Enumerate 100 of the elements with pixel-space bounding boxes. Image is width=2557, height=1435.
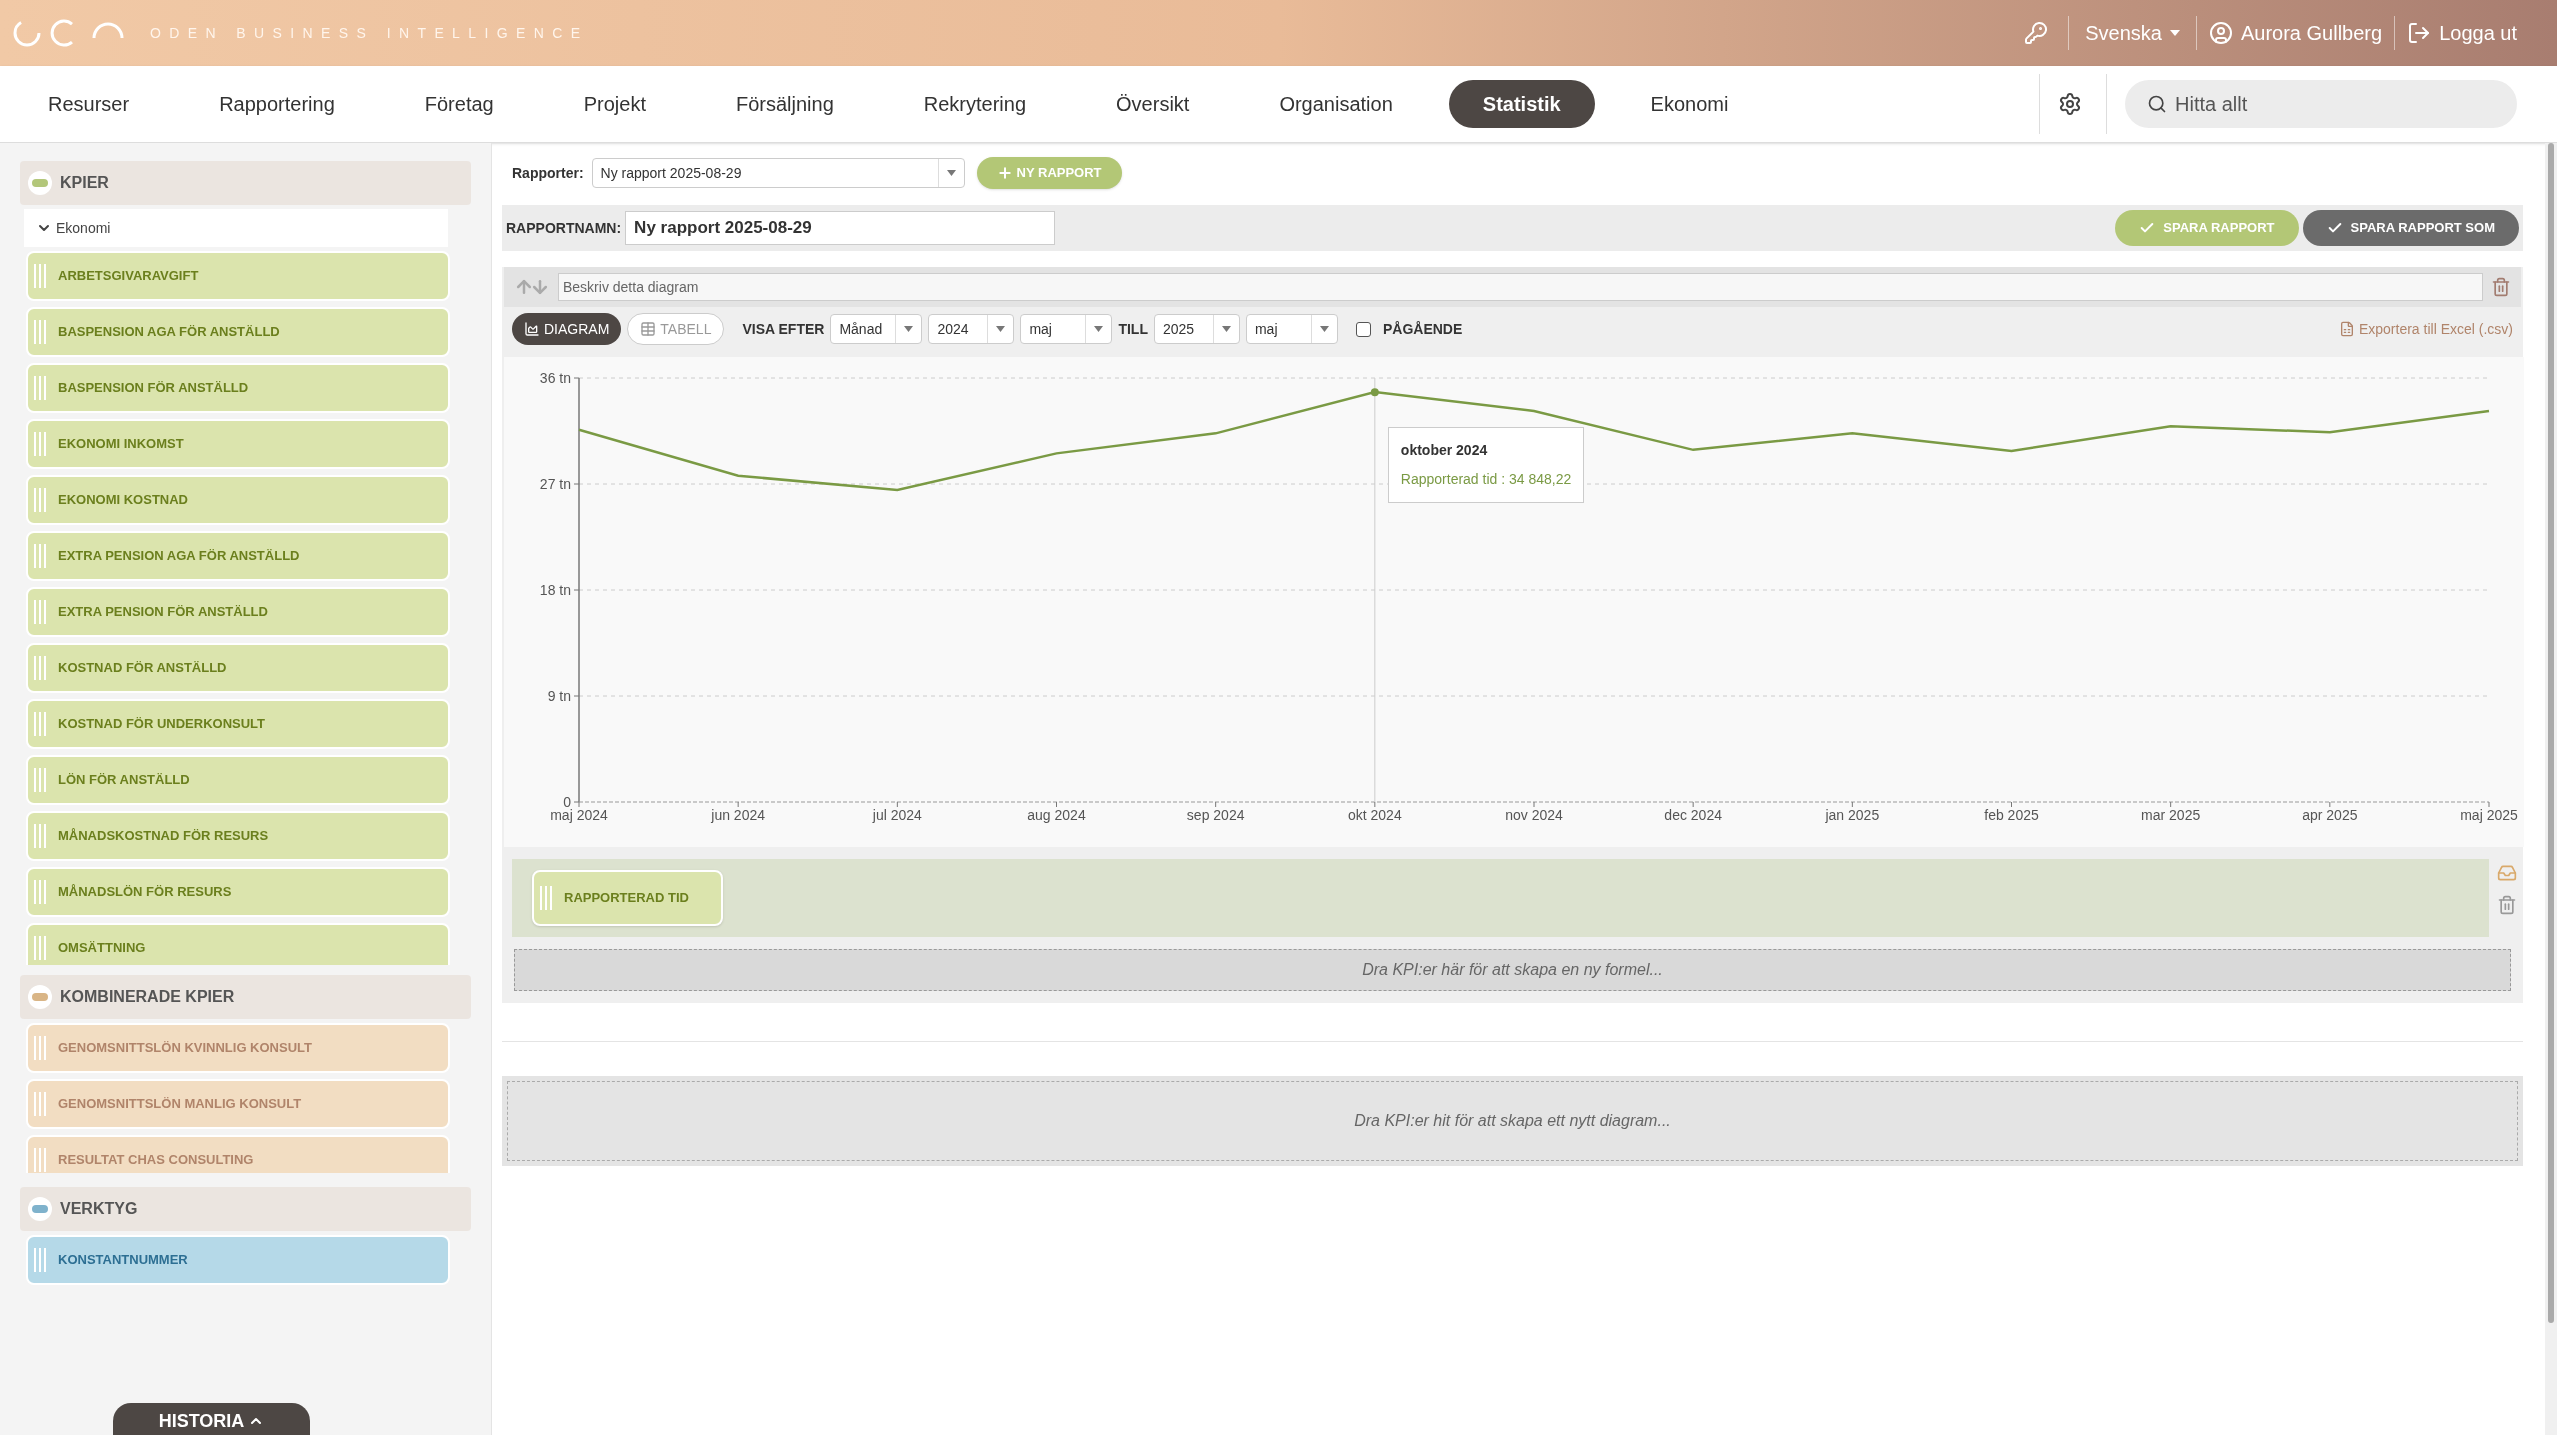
drag-handle-icon[interactable]	[34, 1248, 46, 1272]
caret-icon	[996, 326, 1006, 332]
tray-icon[interactable]	[2497, 863, 2517, 883]
kpi-item[interactable]: GENOMSNITTSLÖN MANLIG KONSULT	[26, 1079, 450, 1129]
trash-icon[interactable]	[2491, 277, 2511, 297]
kpi-item[interactable]: KONSTANTNUMMER	[26, 1235, 450, 1285]
section-header[interactable]: VERKTYG	[20, 1187, 471, 1231]
trash-icon[interactable]	[2497, 895, 2517, 915]
nav-tab[interactable]: Resurser	[14, 80, 164, 128]
drag-handle-icon[interactable]	[34, 768, 46, 792]
ongoing-checkbox[interactable]	[1355, 321, 1371, 337]
kpi-item[interactable]: LÖN FÖR ANSTÄLLD	[26, 755, 450, 805]
collapse-icon[interactable]	[28, 171, 52, 195]
nav-tab[interactable]: Ekonomi	[1616, 80, 1763, 128]
x-tick-label: sep 2024	[1186, 807, 1245, 823]
language-menu[interactable]: Svenska	[2069, 18, 2196, 48]
drag-handle-icon[interactable]	[34, 376, 46, 400]
search-field[interactable]: Hitta allt	[2125, 80, 2517, 128]
nav-tab[interactable]: Statistik	[1448, 80, 1595, 128]
drag-handle-icon[interactable]	[34, 656, 46, 680]
drag-handle-icon[interactable]	[34, 1148, 46, 1172]
caret-icon	[2169, 30, 2180, 36]
from-month-select[interactable]: maj	[1020, 314, 1113, 344]
kpi-item[interactable]: GENOMSNITTSLÖN KVINNLIG KONSULT	[26, 1023, 450, 1073]
logout-link[interactable]: Logga ut	[2395, 18, 2517, 48]
kpi-item[interactable]: ARBETSGIVARAVGIFT	[26, 251, 450, 301]
description-field[interactable]: Beskriv detta diagram	[558, 273, 2483, 301]
user-menu[interactable]: Aurora Gullberg	[2196, 18, 2395, 48]
view-by-label: VISA EFTER	[742, 319, 825, 339]
to-month-select[interactable]: maj	[1245, 314, 1338, 344]
report-select[interactable]: Ny rapport 2025-08-29	[591, 158, 965, 188]
kpi-item[interactable]: EXTRA PENSION FÖR ANSTÄLLD	[26, 587, 450, 637]
drag-handle-icon[interactable]	[34, 824, 46, 848]
drag-handle-icon[interactable]	[34, 880, 46, 904]
view-tab[interactable]: TABELL	[627, 313, 725, 345]
history-button[interactable]: HISTORIA	[113, 1403, 310, 1435]
new-report-button[interactable]: NY RAPPORT	[976, 157, 1122, 189]
nav-tab[interactable]: Rapportering	[185, 80, 369, 128]
drag-handle-icon[interactable]	[34, 1036, 46, 1060]
drag-handle-icon[interactable]	[34, 712, 46, 736]
plus-icon	[996, 165, 1013, 181]
kpi-label: EXTRA PENSION AGA FÖR ANSTÄLLD	[58, 547, 300, 566]
nav-tab[interactable]: Rekrytering	[889, 80, 1061, 128]
nav-tab[interactable]: Företag	[390, 80, 528, 128]
tooltip-value: Rapporterad tid : 34 848,22	[1400, 470, 1572, 489]
from-year-select[interactable]: 2024	[928, 314, 1015, 344]
settings-icon[interactable]	[2058, 92, 2082, 116]
drag-handle-icon[interactable]	[34, 264, 46, 288]
drag-handle-icon[interactable]	[34, 488, 46, 512]
drag-handle-icon[interactable]	[34, 936, 46, 960]
kpi-item[interactable]: RESULTAT CHAS CONSULTING	[26, 1135, 450, 1173]
spreadsheet-icon	[2338, 321, 2355, 337]
kpi-item[interactable]: OMSÄTTNING	[26, 923, 450, 965]
data-point	[1370, 388, 1379, 397]
kpi-item[interactable]: EXTRA PENSION AGA FÖR ANSTÄLLD	[26, 531, 450, 581]
save-report-button[interactable]: SPARA RAPPORT	[2115, 210, 2299, 246]
nav-tab[interactable]: Översikt	[1082, 80, 1224, 128]
kpi-chip[interactable]: RAPPORTERAD TID	[532, 870, 723, 926]
logout-icon	[2407, 21, 2432, 45]
caret-icon	[904, 326, 914, 332]
nav-tab[interactable]: Organisation	[1245, 80, 1427, 128]
collapse-icon[interactable]	[28, 985, 52, 1009]
drag-handle-icon[interactable]	[540, 886, 552, 910]
key-icon[interactable]	[2024, 21, 2049, 45]
report-name-field[interactable]: Ny rapport 2025-08-29	[625, 211, 1056, 245]
y-tick-label: 0	[563, 794, 571, 810]
kpi-label: EKONOMI INKOMST	[58, 435, 184, 454]
view-tab[interactable]: DIAGRAM	[512, 313, 622, 345]
group-toggle[interactable]: Ekonomi	[24, 209, 448, 247]
kpi-label: ARBETSGIVARAVGIFT	[58, 267, 199, 286]
drag-handle-icon[interactable]	[34, 320, 46, 344]
kpi-item[interactable]: KOSTNAD FÖR ANSTÄLLD	[26, 643, 450, 693]
kpi-label: KOSTNAD FÖR UNDERKONSULT	[58, 715, 266, 734]
kpi-item[interactable]: BASPENSION FÖR ANSTÄLLD	[26, 363, 450, 413]
move-up-icon[interactable]	[514, 277, 534, 297]
to-year-select[interactable]: 2025	[1153, 314, 1240, 344]
period-select[interactable]: Månad	[830, 314, 923, 344]
section-header[interactable]: KOMBINERADE KPIER	[20, 975, 471, 1019]
kpi-label: EXTRA PENSION FÖR ANSTÄLLD	[58, 603, 268, 622]
kpi-item[interactable]: KOSTNAD FÖR UNDERKONSULT	[26, 699, 450, 749]
export-link[interactable]: Exportera till Excel (.csv)	[2338, 318, 2513, 340]
table-icon	[640, 321, 657, 337]
drag-handle-icon[interactable]	[34, 600, 46, 624]
kpi-item[interactable]: EKONOMI KOSTNAD	[26, 475, 450, 525]
kpi-item[interactable]: MÅNADSKOSTNAD FÖR RESURS	[26, 811, 450, 861]
nav-tab[interactable]: Försäljning	[701, 80, 868, 128]
ongoing-label: PÅGÅENDE	[1382, 319, 1463, 339]
kpi-item[interactable]: EKONOMI INKOMST	[26, 419, 450, 469]
x-tick-label: mar 2025	[2141, 807, 2201, 823]
kpi-item[interactable]: BASPENSION AGA FÖR ANSTÄLLD	[26, 307, 450, 357]
drag-handle-icon[interactable]	[34, 432, 46, 456]
nav-tab[interactable]: Projekt	[549, 80, 680, 128]
drag-handle-icon[interactable]	[34, 1092, 46, 1116]
move-down-icon[interactable]	[530, 277, 550, 297]
save-report-as-button[interactable]: SPARA RAPPORT SOM	[2302, 210, 2519, 246]
section-header[interactable]: KPIER	[20, 161, 471, 205]
drag-handle-icon[interactable]	[34, 544, 46, 568]
kpi-item[interactable]: MÅNADSLÖN FÖR RESURS	[26, 867, 450, 917]
collapse-icon[interactable]	[28, 1197, 52, 1221]
kpi-label: MÅNADSLÖN FÖR RESURS	[58, 883, 232, 902]
